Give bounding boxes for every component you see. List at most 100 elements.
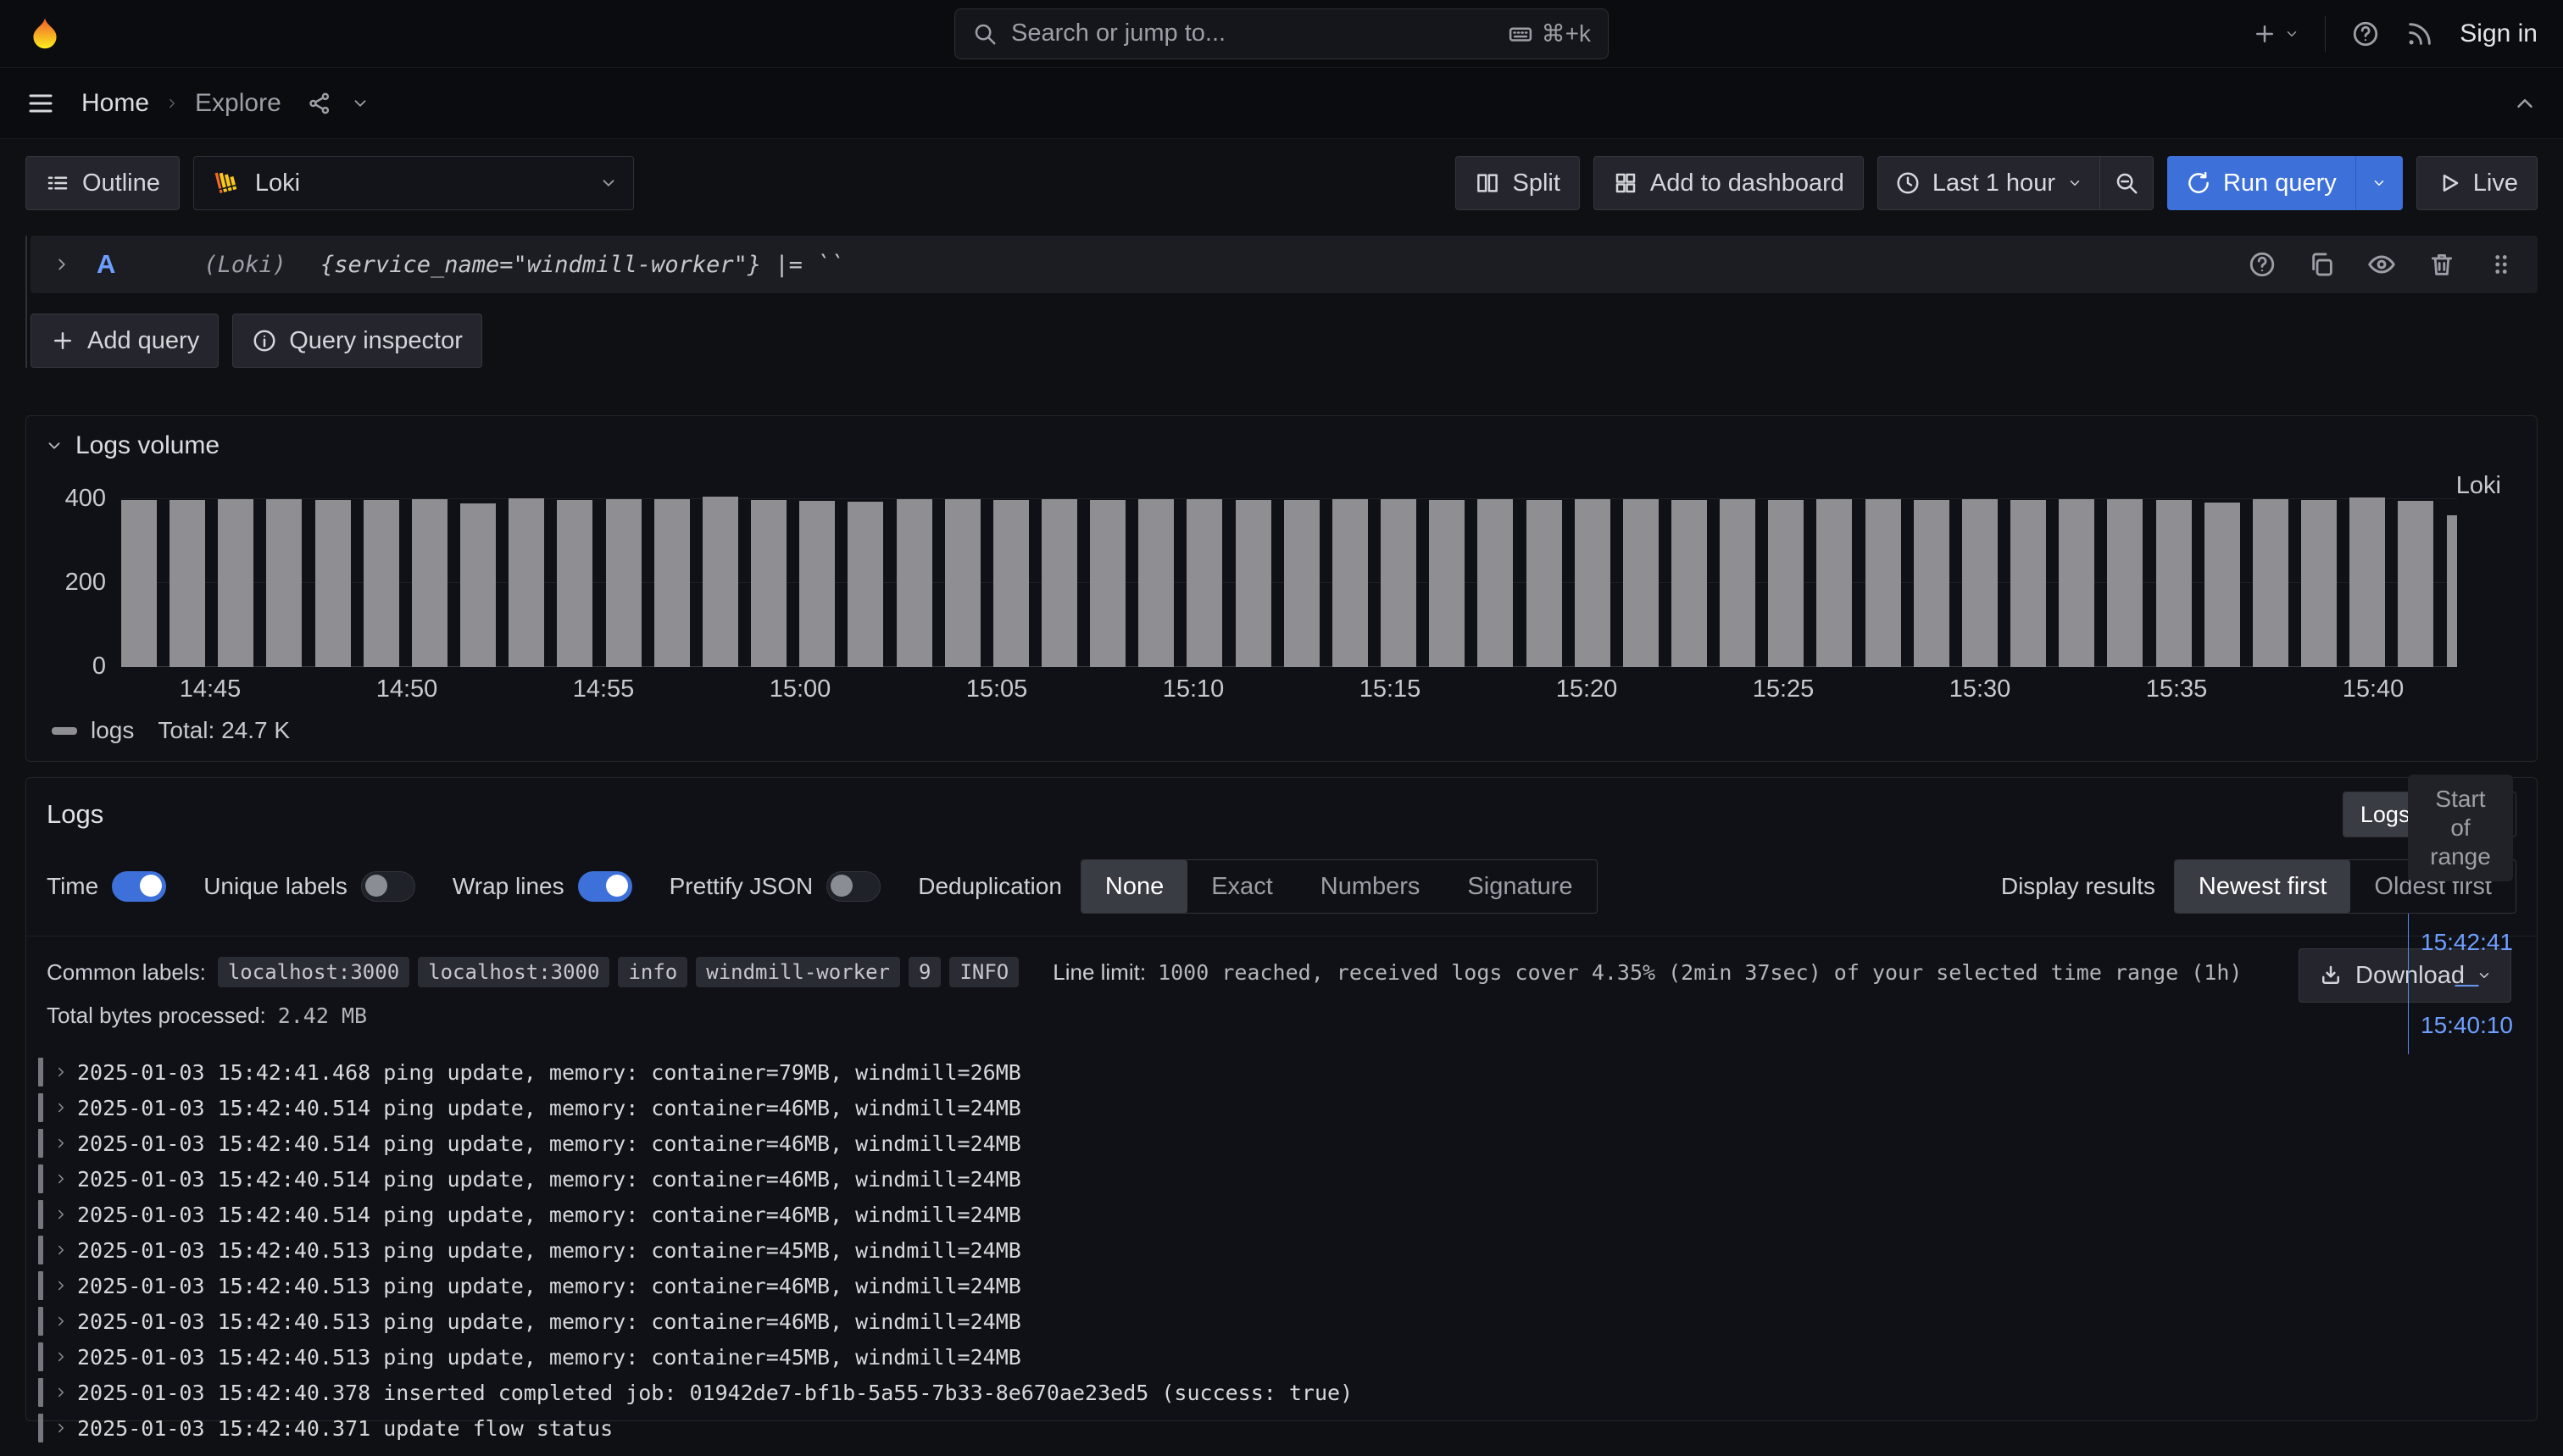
dedup-option[interactable]: Signature xyxy=(1443,860,1596,913)
toggle-switch[interactable] xyxy=(826,871,881,902)
common-labels-label: Common labels: xyxy=(47,959,206,986)
x-tick-label: 14:50 xyxy=(309,675,505,703)
plus-icon xyxy=(2252,21,2277,47)
log-line-text: 2025-01-03 15:42:40.378 inserted complet… xyxy=(77,1381,1353,1405)
toggle-switch[interactable] xyxy=(112,871,166,902)
log-row[interactable]: 2025-01-03 15:42:40.514 ping update, mem… xyxy=(38,1090,2516,1125)
log-row[interactable]: 2025-01-03 15:42:40.513 ping update, mem… xyxy=(38,1339,2516,1375)
split-columns-icon xyxy=(1475,170,1500,196)
log-line-text: 2025-01-03 15:42:40.514 ping update, mem… xyxy=(77,1203,1021,1227)
log-row[interactable]: 2025-01-03 15:42:41.468 ping update, mem… xyxy=(38,1054,2516,1090)
grafana-logo[interactable] xyxy=(25,14,64,53)
x-tick-label: 15:35 xyxy=(2078,675,2275,703)
log-row[interactable]: 2025-01-03 15:42:40.513 ping update, mem… xyxy=(38,1303,2516,1339)
help-icon[interactable] xyxy=(2351,19,2380,48)
collapse-chrome-button[interactable] xyxy=(2512,91,2538,116)
expand-query-icon[interactable] xyxy=(53,255,71,274)
label-badge: 9 xyxy=(909,957,941,987)
keyboard-icon xyxy=(1508,21,1533,47)
log-row[interactable]: 2025-01-03 15:42:40.378 inserted complet… xyxy=(38,1375,2516,1410)
total-bytes-label: Total bytes processed: xyxy=(47,1003,266,1029)
copy-query-icon[interactable] xyxy=(2307,250,2336,279)
log-line-text: 2025-01-03 15:42:40.514 ping update, mem… xyxy=(77,1096,1021,1120)
toggle-label: Unique labels xyxy=(203,873,347,900)
breadcrumb-row: Home Explore xyxy=(0,68,2563,139)
add-to-dashboard-button[interactable]: Add to dashboard xyxy=(1593,156,1864,210)
log-row[interactable]: 2025-01-03 15:42:40.513 ping update, mem… xyxy=(38,1232,2516,1268)
log-line-text: 2025-01-03 15:42:40.513 ping update, mem… xyxy=(77,1345,1021,1370)
outline-button[interactable]: Outline xyxy=(25,156,180,210)
log-level-bar xyxy=(38,1271,43,1300)
zoom-out-icon xyxy=(2114,170,2139,196)
expand-log-chevron-icon xyxy=(53,1314,69,1329)
expand-log-chevron-icon xyxy=(53,1064,69,1080)
label-badge: info xyxy=(618,957,687,987)
dedup-option[interactable]: Numbers xyxy=(1297,860,1444,913)
x-axis: 14:4514:5014:5515:0015:0515:1015:1515:20… xyxy=(112,675,2537,703)
x-tick-label: 15:40 xyxy=(2275,675,2471,703)
live-button[interactable]: Live xyxy=(2416,156,2538,210)
logs-toggle: Time xyxy=(47,871,166,902)
expand-log-chevron-icon xyxy=(53,1100,69,1115)
drag-grip-icon[interactable] xyxy=(2487,250,2516,279)
rss-news-icon[interactable] xyxy=(2405,19,2434,48)
start-of-range-button[interactable]: Start of range xyxy=(2408,775,2513,881)
sync-icon xyxy=(2186,170,2211,196)
log-level-bar xyxy=(38,1093,43,1122)
dedup-option[interactable]: None xyxy=(1081,860,1187,913)
common-labels-badges: localhost:3000localhost:3000infowindmill… xyxy=(218,957,1019,987)
loaded-range-indicator[interactable]: 15:42:41 — 15:40:10 xyxy=(2408,914,2513,1054)
run-query-caret-button[interactable] xyxy=(2355,156,2403,210)
chevron-down-icon[interactable] xyxy=(351,94,370,113)
logs-volume-chart: Loki 0200400 xyxy=(26,460,2537,667)
log-row[interactable]: 2025-01-03 15:42:40.514 ping update, mem… xyxy=(38,1125,2516,1161)
menu-icon[interactable] xyxy=(25,88,56,119)
log-level-bar xyxy=(38,1307,43,1336)
query-help-icon[interactable] xyxy=(2248,250,2277,279)
search-input[interactable]: Search or jump to... ⌘+k xyxy=(954,8,1609,59)
log-row[interactable]: 2025-01-03 15:42:40.513 ping update, mem… xyxy=(38,1268,2516,1303)
datasource-picker[interactable]: Loki xyxy=(193,156,634,210)
logs-volume-plot[interactable] xyxy=(121,494,2457,667)
share-icon[interactable] xyxy=(307,91,332,116)
delete-query-trash-icon[interactable] xyxy=(2427,250,2456,279)
sign-in-button[interactable]: Sign in xyxy=(2460,19,2538,48)
legend-series-name[interactable]: logs xyxy=(91,717,134,744)
toggle-visibility-eye-icon[interactable] xyxy=(2366,249,2397,280)
breadcrumb-current[interactable]: Explore xyxy=(195,89,281,118)
log-row[interactable]: 2025-01-03 15:42:40.514 ping update, mem… xyxy=(38,1197,2516,1232)
expand-log-chevron-icon xyxy=(53,1278,69,1293)
log-line-text: 2025-01-03 15:42:40.514 ping update, mem… xyxy=(77,1167,1021,1192)
line-limit-label: Line limit: xyxy=(1053,959,1146,986)
breadcrumb-home[interactable]: Home xyxy=(81,89,149,118)
search-shortcut: ⌘+k xyxy=(1508,19,1591,47)
zoom-out-button[interactable] xyxy=(2100,157,2153,209)
time-range-button[interactable]: Last 1 hour xyxy=(1878,157,2099,209)
log-line-text: 2025-01-03 15:42:40.371 update flow stat… xyxy=(77,1416,613,1441)
log-row[interactable]: 2025-01-03 15:42:40.514 ping update, mem… xyxy=(38,1161,2516,1197)
toggle-label: Prettify JSON xyxy=(670,873,814,900)
display-option[interactable]: Newest first xyxy=(2175,860,2350,913)
run-query-button[interactable]: Run query xyxy=(2167,156,2355,210)
query-row[interactable]: A (Loki) {service_name="windmill-worker"… xyxy=(31,236,2538,293)
deduplication-label: Deduplication xyxy=(918,873,1062,900)
toggle-switch[interactable] xyxy=(361,871,415,902)
toggle-switch[interactable] xyxy=(578,871,632,902)
chevron-right-icon xyxy=(164,96,180,111)
add-query-button[interactable]: Add query xyxy=(31,314,219,368)
log-row[interactable]: 2025-01-03 15:42:40.371 update flow stat… xyxy=(38,1410,2516,1446)
topbar: Search or jump to... ⌘+k Sign in xyxy=(0,0,2563,68)
clock-icon xyxy=(1895,170,1921,196)
label-badge: INFO xyxy=(949,957,1019,987)
outline-label: Outline xyxy=(82,169,160,197)
collapse-section-icon[interactable] xyxy=(45,436,64,455)
plus-icon xyxy=(50,328,75,353)
range-bar xyxy=(2408,914,2409,1054)
dedup-option[interactable]: Exact xyxy=(1187,860,1297,913)
split-button[interactable]: Split xyxy=(1455,156,1579,210)
query-inspector-button[interactable]: Query inspector xyxy=(232,314,482,368)
label-badge: windmill-worker xyxy=(696,957,900,987)
new-button[interactable] xyxy=(2252,21,2299,47)
query-datasource-hint: (Loki) xyxy=(203,252,286,278)
log-level-bar xyxy=(38,1129,43,1158)
